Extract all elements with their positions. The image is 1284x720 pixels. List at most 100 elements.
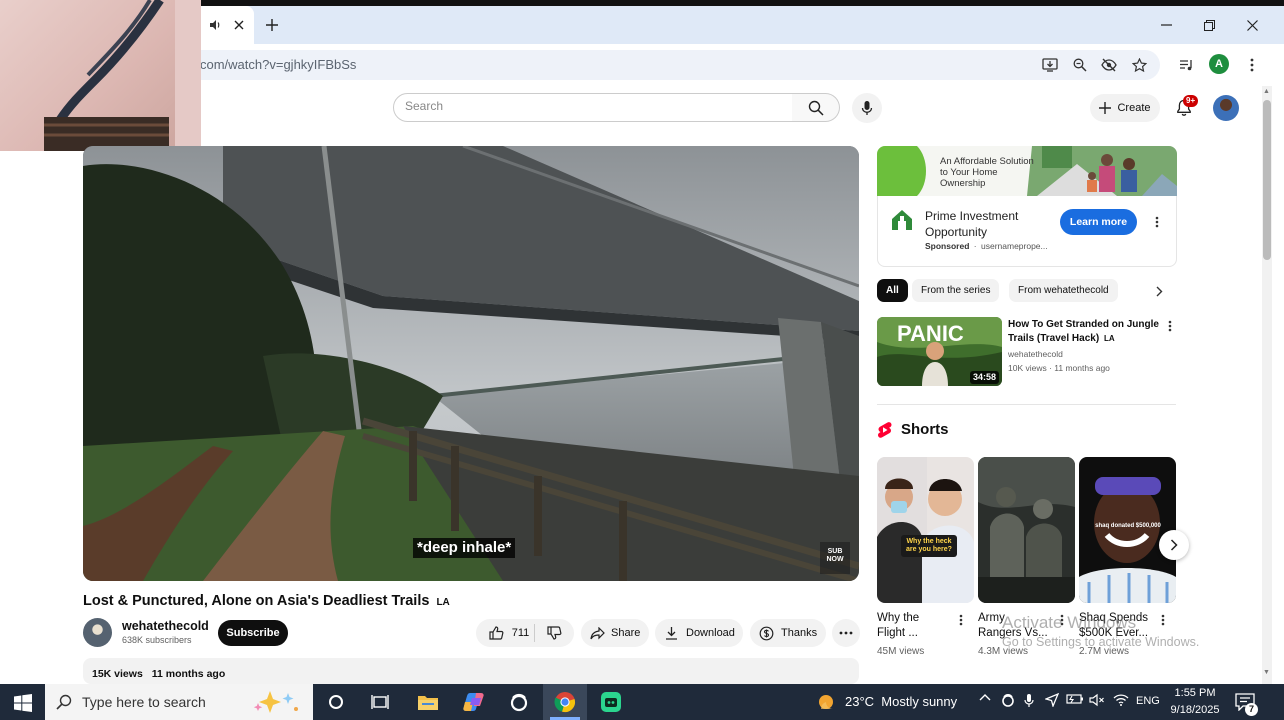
shorts-logo-icon [877, 421, 892, 439]
download-icon [666, 627, 677, 640]
cortana-icon[interactable] [322, 688, 350, 716]
copilot-icon[interactable] [460, 688, 488, 716]
ad-sponsored-label: Sponsored [925, 241, 970, 251]
app-icon-green-bot[interactable] [597, 688, 625, 716]
chip-from-series[interactable]: From the series [912, 279, 1000, 302]
task-view-icon[interactable] [366, 688, 394, 716]
new-tab-icon[interactable] [262, 15, 282, 35]
search-highlight-sparkle-icon[interactable] [248, 688, 302, 716]
chrome-icon[interactable] [551, 688, 579, 716]
more-actions-button[interactable] [832, 619, 860, 647]
restore-icon[interactable] [1199, 15, 1219, 35]
thanks-button[interactable]: Thanks [750, 619, 826, 647]
thumbnail-panic-text: PANIC [897, 321, 964, 346]
ad-advertiser-name[interactable]: Prime Investment Opportunity [925, 208, 1035, 240]
share-button[interactable]: Share [581, 619, 649, 647]
address-url[interactable]: com/watch?v=gjhkyIFBbSs [200, 56, 356, 74]
scroll-down-arrow-icon[interactable]: ▼ [1263, 669, 1270, 677]
notification-badge: 9+ [1183, 95, 1199, 107]
video-caption: *deep inhale* [413, 538, 516, 558]
browser-menu-icon[interactable] [1244, 55, 1260, 75]
tab-audio-icon[interactable] [206, 16, 224, 34]
short-more-icon-3[interactable] [1157, 612, 1169, 628]
create-label: Create [1117, 102, 1151, 114]
battery-icon[interactable] [1066, 693, 1084, 705]
bookmark-star-icon[interactable] [1129, 55, 1149, 75]
subscriber-count: 638K subscribers [122, 635, 192, 645]
media-controls-icon[interactable] [1176, 55, 1196, 75]
taskbar-time[interactable]: 1:55 PM [1172, 687, 1218, 700]
scrollbar-thumb[interactable] [1263, 100, 1271, 260]
upload-age: 11 months ago [151, 668, 226, 680]
profile-avatar[interactable]: A [1209, 54, 1229, 74]
tray-ring-icon[interactable] [1000, 693, 1016, 707]
video-frame [83, 146, 859, 581]
zoom-icon[interactable] [1070, 55, 1090, 75]
subscribe-watermark[interactable]: SUB NOW [820, 542, 850, 574]
minimize-icon[interactable] [1156, 15, 1176, 35]
search-icon [808, 100, 824, 116]
install-app-icon[interactable] [1040, 55, 1060, 75]
weather-text[interactable]: 23°C Mostly sunny [845, 694, 957, 710]
taskbar-search-placeholder: Type here to search [82, 694, 206, 710]
chevron-right-icon[interactable] [1150, 282, 1168, 300]
activate-windows-subtitle: Go to Settings to activate Windows. [1002, 635, 1200, 649]
video-stats: 15K views 11 months ago [92, 668, 225, 680]
webcam-overlay [0, 0, 201, 151]
recommended-more-options-icon[interactable] [1163, 318, 1177, 334]
youtube-search-input[interactable] [393, 93, 793, 122]
shorts-next-button[interactable] [1159, 530, 1189, 560]
short-overlay-text-1: Why the heck are you here? [906, 538, 952, 553]
short-thumbnail-1[interactable]: Why the heck are you here? [877, 457, 974, 603]
voice-search-button[interactable] [852, 93, 882, 123]
ad-more-options-icon[interactable] [1150, 212, 1164, 232]
short-thumbnail-2[interactable] [978, 457, 1075, 603]
account-avatar[interactable] [1213, 95, 1239, 121]
create-button[interactable]: Create [1090, 94, 1160, 122]
tab-close-icon[interactable] [230, 16, 248, 34]
short-thumbnail-3[interactable]: shaq donated $500,000 [1079, 457, 1176, 603]
section-divider [877, 404, 1176, 405]
short-title-1[interactable]: Why the Flight ... [877, 611, 919, 641]
channel-avatar[interactable] [83, 618, 112, 647]
eye-off-icon[interactable] [1099, 55, 1119, 75]
chip-all[interactable]: All [877, 279, 908, 302]
learn-more-button[interactable]: Learn more [1060, 209, 1137, 235]
video-player[interactable] [83, 146, 859, 581]
recommended-video-title[interactable]: How To Get Stranded on Jungle Trails (Tr… [1008, 318, 1168, 346]
chevron-right-icon [1170, 539, 1178, 551]
share-label: Share [611, 627, 641, 639]
short-more-icon-1[interactable] [955, 612, 967, 628]
taskbar-search-icon [54, 692, 74, 712]
file-explorer-icon[interactable] [414, 688, 442, 716]
tray-chevron-up-icon[interactable] [978, 693, 992, 701]
input-language[interactable]: ENG [1136, 694, 1160, 708]
search-button[interactable] [792, 93, 840, 122]
recommended-channel-name[interactable]: wehatethecold [1008, 349, 1063, 360]
subscribe-button[interactable]: Subscribe [218, 620, 288, 646]
view-count: 15K views [92, 668, 143, 680]
dislike-button[interactable] [535, 619, 573, 647]
speaker-muted-icon[interactable] [1089, 693, 1105, 707]
wifi-icon[interactable] [1112, 693, 1130, 707]
scroll-up-arrow-icon[interactable]: ▲ [1263, 88, 1270, 96]
close-window-icon[interactable] [1242, 15, 1262, 35]
short-title-1-line2: Flight ... [877, 627, 918, 639]
weather-sun-icon[interactable] [817, 692, 837, 712]
download-button[interactable]: Download [655, 619, 743, 647]
channel-name[interactable]: wehatethecold [122, 619, 209, 634]
activate-windows-title: Activate Windows [1002, 613, 1137, 632]
windows-start-icon[interactable] [10, 690, 36, 716]
like-button[interactable]: 711 [476, 619, 534, 647]
thanks-label: Thanks [781, 627, 818, 639]
chip-from-channel[interactable]: From wehatethecold [1009, 279, 1118, 302]
ad-banner-text: An Affordable Solution to Your Home Owne… [940, 156, 1034, 189]
microphone-tray-icon[interactable] [1022, 693, 1036, 708]
location-tray-icon[interactable] [1044, 693, 1060, 707]
shorts-heading: Shorts [901, 421, 949, 438]
recommended-video-meta: 10K views · 11 months ago [1008, 363, 1110, 373]
short-title-1-line1: Why the [877, 612, 920, 624]
notification-count-badge: 7 [1245, 703, 1258, 716]
app-icon-ring[interactable] [505, 688, 533, 716]
taskbar-date[interactable]: 9/18/2025 [1168, 704, 1222, 717]
